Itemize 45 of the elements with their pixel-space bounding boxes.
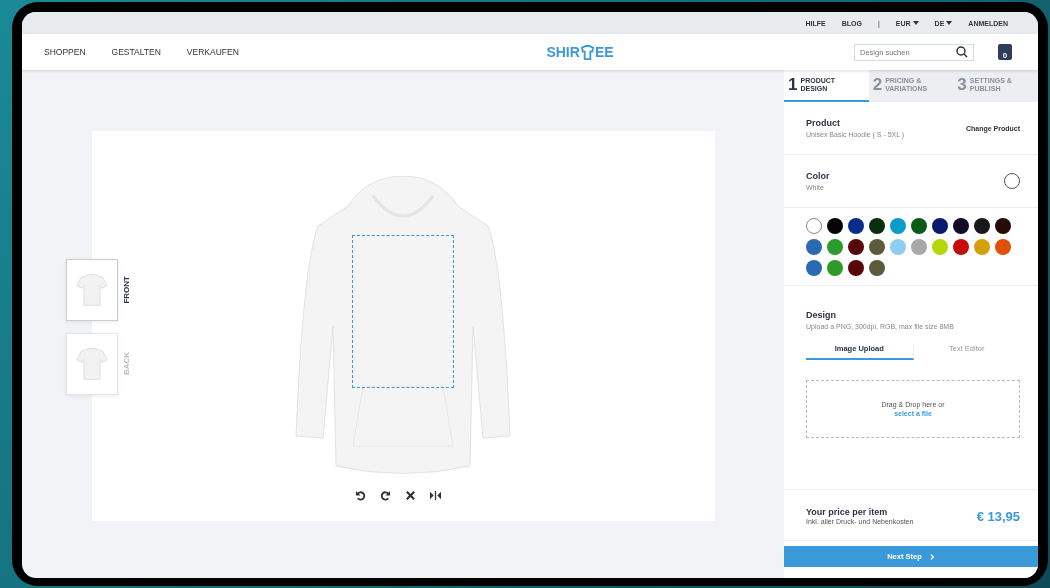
color-swatch[interactable]	[890, 239, 906, 255]
color-swatch[interactable]	[848, 239, 864, 255]
color-swatch[interactable]	[827, 218, 843, 234]
color-swatch[interactable]	[911, 239, 927, 255]
color-swatch[interactable]	[995, 239, 1011, 255]
price-value: € 13,95	[976, 508, 1020, 524]
undo-icon[interactable]	[355, 490, 366, 501]
chevron-icon	[929, 552, 935, 561]
close-icon[interactable]	[405, 490, 416, 501]
nav-link[interactable]: SHOPPEN	[44, 47, 86, 57]
caret-icon	[946, 21, 953, 25]
redo-icon[interactable]	[380, 490, 391, 501]
tshirt-thumbnail[interactable]	[66, 333, 118, 395]
color-swatch[interactable]	[953, 239, 969, 255]
view-label[interactable]: FRONT	[122, 276, 131, 304]
color-swatch[interactable]	[869, 239, 885, 255]
color-swatch[interactable]	[953, 218, 969, 234]
color-swatch[interactable]	[848, 260, 864, 276]
nav-link[interactable]: GESTALTEN	[111, 47, 161, 57]
color-swatch[interactable]	[806, 260, 822, 276]
color-swatch[interactable]	[911, 218, 927, 234]
mirror-icon[interactable]	[430, 490, 441, 501]
color-swatch[interactable]	[869, 260, 885, 276]
color-swatch[interactable]	[806, 239, 822, 255]
color-swatch[interactable]	[869, 218, 885, 234]
color-preview	[1004, 173, 1020, 189]
section-title: Product	[806, 118, 841, 128]
color-swatch[interactable]	[827, 260, 843, 276]
color-swatch[interactable]	[932, 239, 948, 255]
caret-icon	[912, 21, 919, 25]
color-swatch[interactable]	[890, 218, 906, 234]
color-swatch[interactable]	[995, 218, 1011, 234]
section-title: Color	[806, 171, 830, 181]
section-title: Design	[806, 310, 837, 320]
price-label: Your price per item	[806, 507, 889, 517]
tshirt-thumbnail[interactable]	[66, 259, 118, 321]
color-swatch[interactable]	[827, 239, 843, 255]
cart-button[interactable]: 0	[998, 44, 1012, 60]
search-icon	[956, 46, 968, 58]
color-swatch[interactable]	[974, 239, 990, 255]
color-swatch[interactable]	[848, 218, 864, 234]
color-swatch[interactable]	[806, 218, 822, 234]
color-swatch[interactable]	[932, 218, 948, 234]
nav-link[interactable]: VERKAUFEN	[186, 47, 239, 57]
color-swatch[interactable]	[974, 218, 990, 234]
